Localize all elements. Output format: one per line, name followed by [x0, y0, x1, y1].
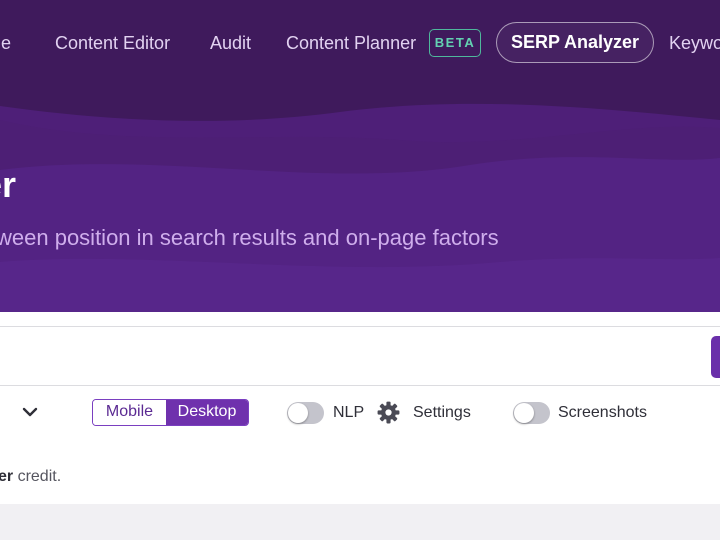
beta-badge: BETA — [429, 29, 481, 57]
toggle-knob — [288, 403, 308, 423]
page-subtitle: ween position in search results and on-p… — [0, 225, 499, 250]
keyword-search-input[interactable] — [0, 326, 720, 386]
credit-note-text: credit. — [13, 468, 62, 485]
hero-banner: me Content Editor Audit Content Planner … — [0, 0, 720, 312]
nav-item-content-editor[interactable]: Content Editor — [55, 24, 170, 62]
nav-item-keyword[interactable]: Keywo — [669, 24, 720, 62]
nlp-toggle[interactable] — [287, 402, 324, 424]
screenshots-toggle[interactable] — [513, 402, 550, 424]
gear-icon[interactable] — [376, 400, 401, 425]
device-toggle: Mobile Desktop — [92, 399, 249, 426]
nav-item-serp-analyzer[interactable]: SERP Analyzer — [496, 22, 654, 63]
search-button[interactable] — [711, 336, 720, 378]
page-title: er — [0, 164, 17, 205]
toggle-knob — [514, 403, 534, 423]
nav-item-audit[interactable]: Audit — [210, 24, 251, 62]
device-option-mobile[interactable]: Mobile — [93, 400, 166, 425]
credit-note: zer credit. — [0, 466, 61, 488]
device-option-desktop[interactable]: Desktop — [166, 400, 248, 425]
settings-button[interactable]: Settings — [413, 401, 471, 425]
chevron-down-icon[interactable] — [21, 403, 39, 421]
credit-note-bold: zer — [0, 468, 14, 485]
nlp-label: NLP — [333, 404, 365, 421]
nav-item-content-planner[interactable]: Content Planner — [286, 24, 416, 62]
screenshots-label: Screenshots — [558, 404, 647, 421]
top-nav: me Content Editor Audit Content Planner … — [0, 0, 720, 84]
nav-item-home[interactable]: me — [0, 24, 11, 62]
